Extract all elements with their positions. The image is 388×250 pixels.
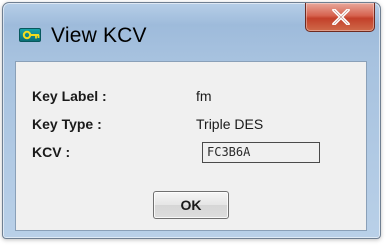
kcv-label: KCV : [32, 144, 71, 160]
kcv-value-field[interactable]: FC3B6A [202, 142, 320, 163]
close-x-icon [332, 9, 350, 25]
dialog-content: Key Label : fm Key Type : Triple DES KCV… [15, 61, 367, 231]
close-button[interactable] [305, 3, 375, 32]
key-type-label: Key Type : [32, 116, 102, 132]
ok-button[interactable]: OK [153, 191, 229, 219]
key-icon [19, 28, 41, 42]
dialog-window: View KCV Key Label : fm Key Type : Tripl… [2, 2, 381, 239]
window-title: View KCV [51, 24, 147, 47]
key-type-value: Triple DES [196, 116, 264, 132]
title-bar[interactable]: View KCV [3, 3, 380, 61]
key-label-value: fm [196, 88, 212, 104]
screen: View KCV Key Label : fm Key Type : Tripl… [0, 0, 388, 250]
key-label-label: Key Label : [32, 88, 107, 104]
